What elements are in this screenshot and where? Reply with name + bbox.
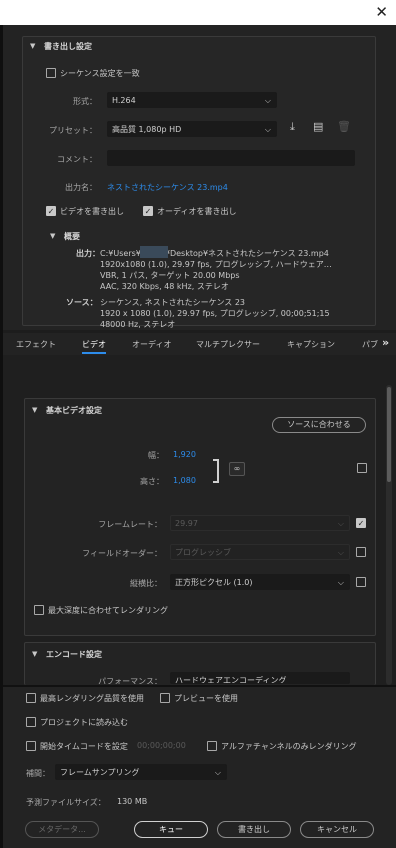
chevron-down-icon: ⌵ [337, 519, 344, 528]
format-value: H.264 [112, 96, 136, 105]
use-preview-checkbox[interactable] [160, 693, 170, 703]
interpolation-value: フレームサンプリング [60, 768, 140, 777]
export-settings-header: 書き出し設定 [44, 42, 92, 51]
start-timecode-checkbox[interactable] [26, 741, 36, 751]
comment-input[interactable] [107, 150, 355, 166]
output-name-link[interactable]: ネストされたシーケンス 23.mp4 [107, 182, 228, 193]
aspect-ratio-label: 縦横比： [130, 579, 162, 588]
cancel-button[interactable]: キャンセル [300, 821, 374, 838]
comment-label: コメント： [57, 155, 97, 164]
basic-video-header: 基本ビデオ設定 [46, 406, 102, 415]
height-label: 高さ： [140, 477, 164, 486]
dimension-link-bracket [213, 459, 219, 483]
summary-source-line: 48000 Hz, ステレオ [100, 320, 176, 329]
export-button[interactable]: 書き出し [217, 821, 291, 838]
aspect-ratio-dropdown[interactable]: 正方形ピクセル (1.0) ⌵ [170, 574, 350, 590]
encode-collapse-icon[interactable]: ▼ [32, 650, 37, 658]
field-order-dropdown[interactable]: プログレッシブ ⌵ [170, 544, 350, 560]
performance-label: パフォーマンス： [98, 677, 162, 684]
start-timecode-label: 開始タイムコードを設定 [40, 742, 128, 751]
start-timecode-value[interactable]: 00;00;00;00 [137, 741, 186, 750]
export-video-checkbox[interactable]: ✓ [46, 206, 56, 216]
more-tabs-icon[interactable]: » [382, 336, 389, 349]
import-preset-icon[interactable]: ▤ [313, 120, 323, 133]
delete-preset-icon[interactable]: 🗑 [337, 120, 351, 133]
tab-publish[interactable]: パブ [362, 339, 380, 350]
file-size-value: 130 MB [117, 797, 148, 806]
aspect-ratio-value: 正方形ピクセル (1.0) [175, 578, 253, 587]
scrollbar-thumb[interactable] [387, 387, 391, 482]
format-label: 形式： [73, 97, 97, 106]
export-audio-label: オーディオを書き出し [157, 207, 237, 216]
preset-label: プリセット： [49, 126, 97, 135]
summary-source-text: シーケンス, ネストされたシーケンス 23 1920 x 1080 (1.0),… [100, 297, 375, 330]
format-dropdown[interactable]: H.264 ⌵ [107, 92, 277, 108]
summary-source-label: ソース： [66, 298, 98, 307]
summary-collapse-icon[interactable]: ▼ [50, 232, 55, 240]
save-preset-icon[interactable]: ⤓ [290, 120, 295, 134]
close-icon[interactable]: ✕ [375, 3, 388, 21]
summary-output-line: AAC, 320 Kbps, 48 kHz, ステレオ [100, 282, 229, 291]
summary-source-line: シーケンス, ネストされたシーケンス 23 [100, 298, 246, 307]
frame-rate-checkbox[interactable]: ✓ [356, 518, 366, 528]
match-source-button[interactable]: ソースに合わせる [272, 417, 366, 433]
preset-value: 高品質 1,080p HD [112, 125, 182, 134]
encode-settings-header: エンコード設定 [46, 650, 102, 659]
dialog-titlebar [0, 0, 396, 25]
metadata-button[interactable]: メタデータ... [25, 821, 99, 838]
alpha-only-label: アルファチャンネルのみレンダリング [221, 742, 357, 751]
chevron-down-icon: ⌵ [264, 125, 271, 134]
use-preview-label: プレビューを使用 [174, 694, 238, 703]
frame-rate-dropdown[interactable]: 29.97 ⌵ [170, 515, 350, 531]
max-render-quality-checkbox[interactable] [26, 693, 36, 703]
basic-video-collapse-icon[interactable]: ▼ [32, 406, 37, 414]
link-icon[interactable]: ∞ [229, 462, 245, 476]
aspect-ratio-checkbox[interactable] [356, 577, 366, 587]
export-audio-checkbox[interactable]: ✓ [143, 206, 153, 216]
width-label: 幅： [148, 451, 164, 460]
import-project-checkbox[interactable] [26, 717, 36, 727]
tab-multiplexer[interactable]: マルチプレクサー [196, 339, 260, 350]
max-render-quality-label: 最高レンダリング品質を使用 [40, 694, 144, 703]
max-depth-checkbox[interactable] [34, 605, 44, 615]
file-size-label: 予測ファイルサイズ： [26, 798, 106, 807]
interpolation-dropdown[interactable]: フレームサンプリング ⌵ [55, 764, 227, 780]
summary-source-line: 1920 x 1080 (1.0), 29.97 fps, プログレッシブ, 0… [100, 309, 330, 318]
chevron-down-icon: ⌵ [264, 96, 271, 105]
export-video-label: ビデオを書き出し [60, 207, 124, 216]
chevron-down-icon: ⌵ [214, 768, 221, 777]
output-name-label: 出力名： [65, 183, 97, 192]
summary-output-line: VBR, 1 パス, ターゲット 20.00 Mbps [100, 271, 240, 280]
performance-dropdown[interactable]: ハードウェアエンコーディング [170, 672, 350, 684]
match-sequence-label: シーケンス設定を一致 [60, 69, 140, 78]
tab-effects[interactable]: エフェクト [16, 339, 56, 350]
frame-rate-value: 29.97 [175, 519, 198, 528]
field-order-value: プログレッシブ [175, 548, 231, 557]
match-sequence-checkbox[interactable] [46, 68, 56, 78]
alpha-only-checkbox[interactable] [207, 741, 217, 751]
performance-value: ハードウェアエンコーディング [175, 676, 287, 684]
field-order-checkbox[interactable] [356, 547, 366, 557]
height-value[interactable]: 1,080 [173, 476, 196, 485]
tab-audio[interactable]: オーディオ [132, 339, 171, 350]
dimension-checkbox[interactable] [357, 463, 367, 473]
queue-button[interactable]: キュー [134, 821, 208, 838]
width-value[interactable]: 1,920 [173, 450, 196, 459]
tab-captions[interactable]: キャプション [287, 339, 335, 350]
collapse-triangle-icon[interactable]: ▼ [30, 42, 35, 50]
chevron-down-icon: ⌵ [337, 578, 344, 587]
max-depth-label: 最大深度に合わせてレンダリング [48, 606, 168, 615]
import-project-label: プロジェクトに読み込む [40, 718, 128, 727]
summary-header: 概要 [64, 232, 80, 241]
tab-video[interactable]: ビデオ [82, 339, 106, 354]
chevron-down-icon: ⌵ [337, 548, 344, 557]
summary-output-label: 出力： [76, 249, 100, 258]
preset-dropdown[interactable]: 高品質 1,080p HD ⌵ [107, 121, 277, 137]
summary-output-line: 1920x1080 (1.0), 29.97 fps, プログレッシブ, ハード… [100, 260, 332, 269]
frame-rate-label: フレームレート： [98, 520, 162, 529]
interpolation-label: 補間： [26, 769, 50, 778]
field-order-label: フィールドオーダー： [82, 549, 162, 558]
redacted-username [140, 246, 168, 258]
